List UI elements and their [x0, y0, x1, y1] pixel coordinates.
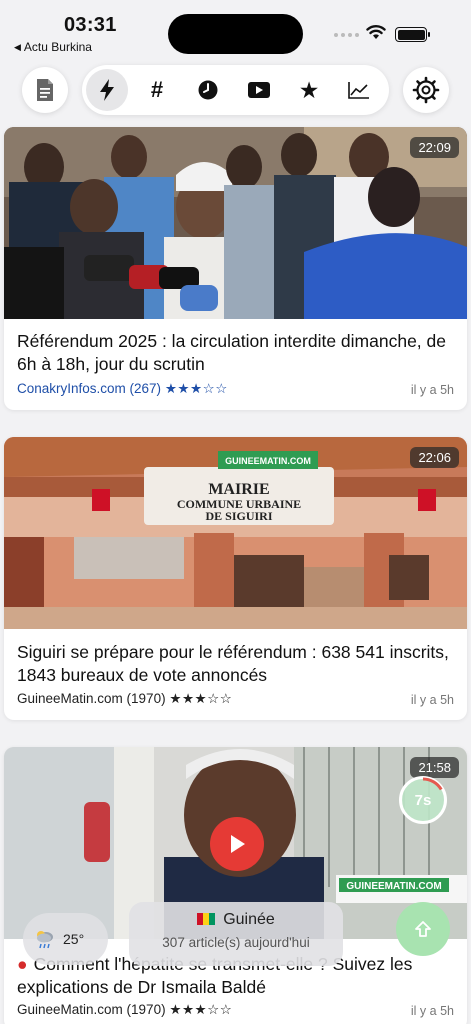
tab-flash[interactable] — [86, 69, 128, 111]
arrow-up-icon — [415, 921, 431, 937]
country-name: Guinée — [223, 911, 275, 928]
lightning-icon — [100, 79, 114, 101]
play-video-button[interactable] — [210, 817, 264, 871]
clock-icon — [198, 80, 218, 100]
watermark-text: GUINEEMATIN.COM — [346, 881, 441, 892]
source-name: GuineeMatin.com (1970) — [17, 691, 166, 706]
guinea-flag-icon — [197, 913, 216, 925]
cellular-signal-icon — [334, 33, 359, 37]
source-name: GuineeMatin.com (1970) — [17, 1002, 166, 1017]
back-arrow-icon: ◀ — [14, 42, 21, 52]
watermark-text: GUINEEMATIN.COM — [225, 456, 311, 466]
article-source[interactable]: ConakryInfos.com (267) ★★★☆☆ — [17, 381, 228, 397]
article-title[interactable]: Référendum 2025 : la circulation interdi… — [17, 330, 457, 376]
article-age: il y a 5h — [410, 693, 454, 707]
settings-button[interactable] — [403, 67, 449, 113]
weather-widget[interactable]: 25° — [23, 913, 108, 965]
article-card[interactable]: GUINEEMATIN.COM MAIRIE COMMUNE URBAINE D… — [4, 437, 467, 720]
video-play-icon — [248, 82, 270, 98]
timer-ring-icon — [400, 777, 446, 823]
article-time-badge: 21:58 — [410, 757, 459, 778]
hashtag-icon: # — [150, 77, 164, 102]
status-time: 03:31 — [64, 14, 117, 36]
wifi-icon — [366, 25, 386, 39]
article-title[interactable]: Siguiri se prépare pour le référendum : … — [17, 641, 457, 687]
rating-stars: ★★★☆☆ — [169, 691, 233, 706]
live-dot-icon: ● — [17, 954, 28, 974]
back-to-app-link[interactable]: ◀ Actu Burkina — [14, 40, 92, 54]
sign-line-1: MAIRIE — [208, 481, 269, 498]
article-source[interactable]: GuineeMatin.com (1970) ★★★☆☆ — [17, 1002, 232, 1018]
battery-icon — [395, 27, 430, 42]
rain-cloud-icon — [37, 931, 53, 949]
sign-line-3: DE SIGUIRI — [205, 509, 272, 523]
article-age: il y a 5h — [410, 1004, 454, 1018]
tab-hashtag[interactable]: # — [136, 69, 178, 111]
tab-recent[interactable] — [187, 69, 229, 111]
back-app-label: Actu Burkina — [23, 40, 92, 54]
document-button[interactable] — [22, 67, 68, 113]
rating-stars: ★★★☆☆ — [164, 381, 228, 396]
daily-article-count: 307 article(s) aujourd'hui — [162, 935, 310, 950]
article-card[interactable]: GUINEEMATIN.COM 21:58 ●Comment l'hépatit… — [4, 747, 467, 1024]
source-name: ConakryInfos.com (267) — [17, 381, 162, 396]
article-card[interactable]: 22:09 Référendum 2025 : la circulation i… — [4, 127, 467, 410]
country-selector[interactable]: Guinée 307 article(s) aujourd'hui — [129, 902, 343, 966]
tab-favorites[interactable]: ★ — [288, 69, 330, 111]
article-thumbnail: GUINEEMATIN.COM MAIRIE COMMUNE URBAINE D… — [4, 437, 467, 629]
gear-icon — [412, 76, 440, 104]
chart-icon — [348, 82, 369, 99]
article-thumbnail: 22:09 — [4, 127, 467, 319]
rating-stars: ★★★☆☆ — [169, 1002, 233, 1017]
temperature: 25° — [63, 931, 85, 947]
tab-trending[interactable] — [338, 69, 380, 111]
press-photo — [4, 127, 467, 319]
town-hall-photo: GUINEEMATIN.COM MAIRIE COMMUNE URBAINE D… — [4, 437, 467, 629]
article-source[interactable]: GuineeMatin.com (1970) ★★★☆☆ — [17, 691, 232, 707]
article-time-badge: 22:09 — [410, 137, 459, 158]
document-icon — [37, 79, 53, 101]
category-tabs: # ★ — [82, 65, 389, 115]
play-icon — [231, 835, 245, 853]
article-time-badge: 22:06 — [410, 447, 459, 468]
status-bar: 03:31 ◀ Actu Burkina — [0, 0, 471, 60]
tab-video[interactable] — [238, 69, 280, 111]
star-icon: ★ — [298, 76, 320, 103]
refresh-timer[interactable]: 7s — [399, 776, 447, 824]
article-age: il y a 5h — [410, 383, 454, 397]
dynamic-island — [168, 14, 303, 54]
scroll-to-top-button[interactable] — [396, 902, 450, 956]
